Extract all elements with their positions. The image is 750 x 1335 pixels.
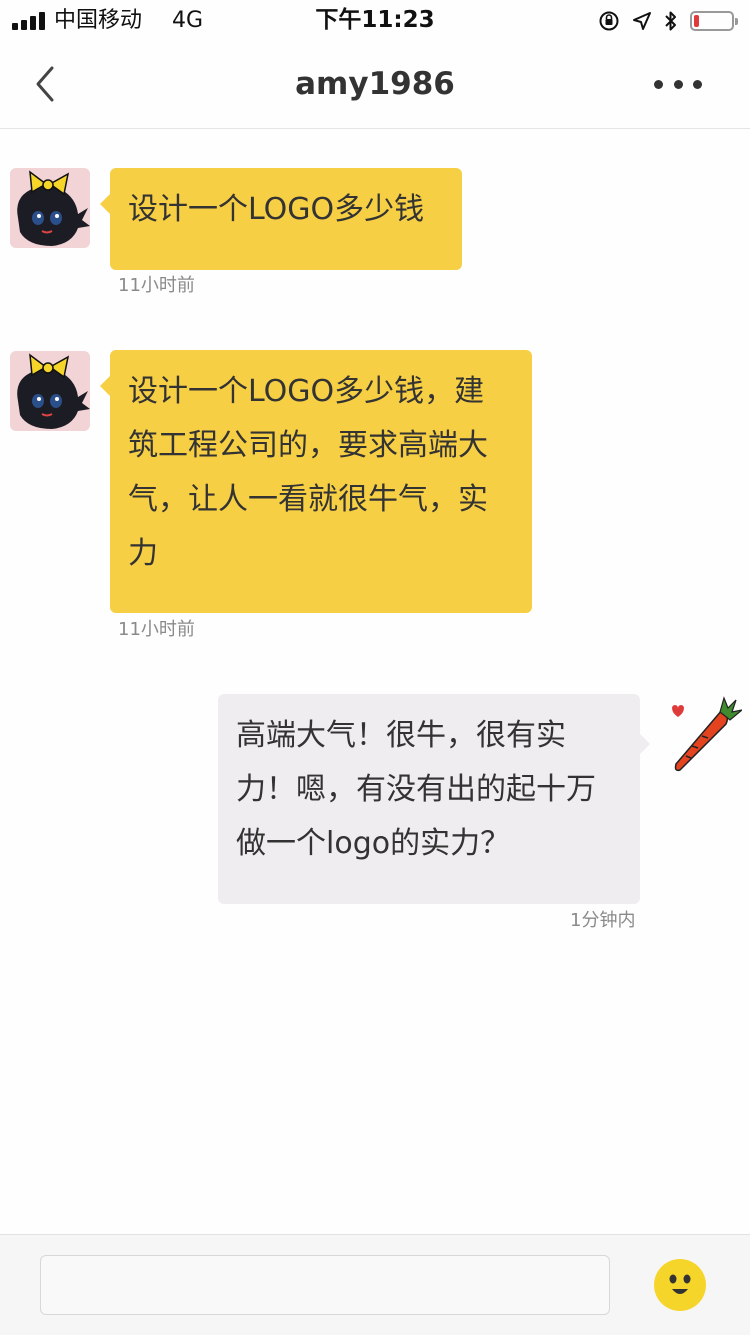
message-line: 设计一个LOGO多少钱，建 [128, 374, 485, 409]
carrot-avatar[interactable] [662, 694, 742, 774]
more-dots-icon[interactable] [654, 74, 702, 94]
dot [673, 79, 683, 89]
message-line: 气，让人一看就很牛气，实 [128, 482, 488, 517]
message-line: 做一个logo的实力？ [236, 826, 511, 861]
cartoon-girl-avatar[interactable] [10, 168, 90, 248]
smiley-face-icon[interactable] [652, 1257, 708, 1313]
dot [654, 79, 663, 89]
nav-bar: amy1986 [0, 40, 750, 129]
battery-level [694, 15, 699, 27]
orientation-lock-icon [599, 11, 619, 31]
bluetooth-icon [665, 11, 676, 31]
message-bubble[interactable]: 高端大气！很牛，很有实 力！嗯，有没有出的起十万 做一个logo的实力？ [218, 694, 650, 904]
message-list: 设计一个LOGO多少钱 11小时前 设计一个LOGO多少钱，建 筑工程公司的，要… [0, 129, 750, 1233]
message-bubble[interactable]: 设计一个LOGO多少钱，建 筑工程公司的，要求高端大 气，让人一看就很牛气，实 … [100, 350, 532, 613]
message-input[interactable] [40, 1255, 610, 1315]
message-text: 设计一个LOGO多少钱 [128, 192, 425, 227]
dot [693, 79, 702, 89]
status-bar: 中国移动 4G 下午11:23 [0, 0, 750, 40]
message-line: 力 [128, 536, 158, 571]
status-icons [598, 9, 738, 33]
message-line: 高端大气！很牛，很有实 [236, 718, 566, 753]
input-bar [0, 1234, 750, 1335]
location-arrow-icon [633, 12, 651, 30]
message-timestamp: 1分钟内 [570, 910, 636, 931]
message-timestamp: 11小时前 [118, 275, 195, 296]
message-line: 筑工程公司的，要求高端大 [128, 428, 488, 463]
message-line: 力！嗯，有没有出的起十万 [236, 772, 596, 807]
chat-title: amy1986 [295, 66, 455, 102]
cartoon-girl-avatar[interactable] [10, 351, 90, 431]
battery-icon [690, 11, 738, 31]
message-timestamp: 11小时前 [118, 619, 195, 640]
message-bubble[interactable]: 设计一个LOGO多少钱 [100, 168, 462, 270]
